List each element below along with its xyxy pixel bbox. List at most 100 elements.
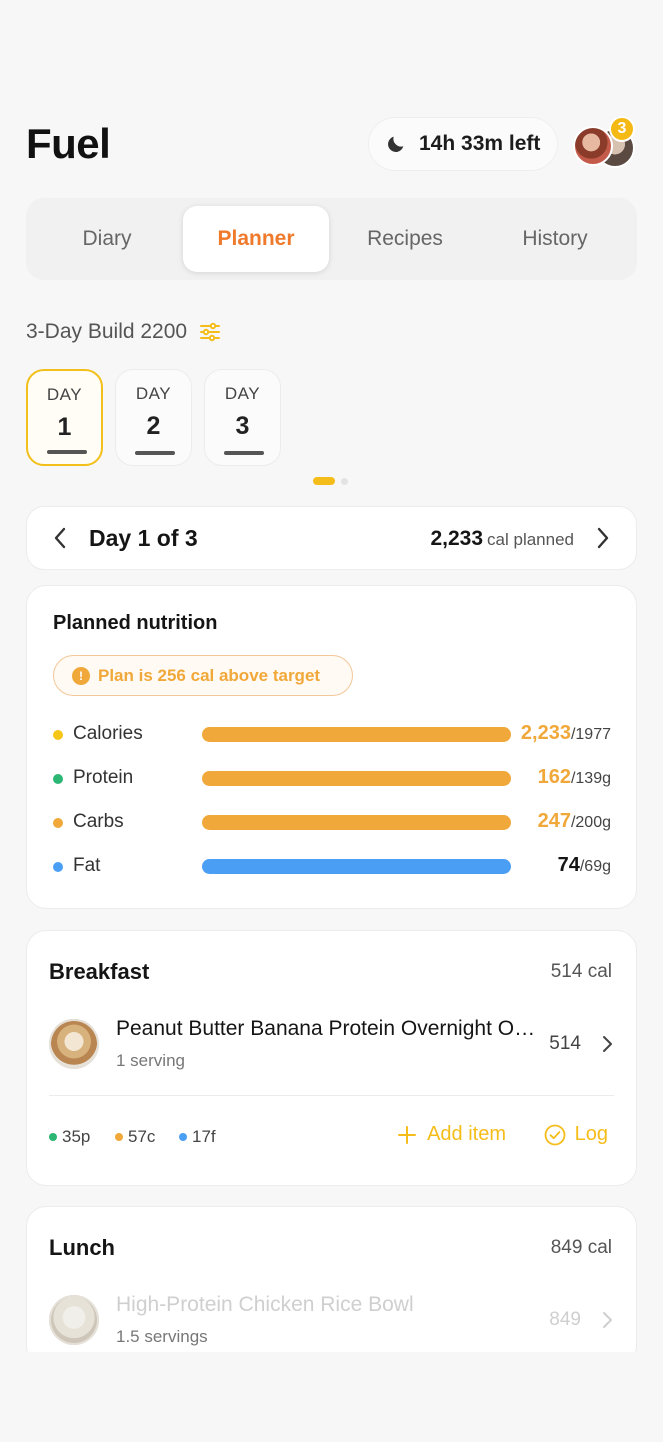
- food-serving: 1.5 servings: [116, 1327, 208, 1346]
- header: Fuel 14h 33m left 3: [26, 116, 635, 172]
- divider: [49, 1095, 614, 1096]
- planned-calories: 2,233 cal planned: [430, 527, 574, 551]
- macro-target: /1977: [570, 726, 611, 743]
- macro-bar: [202, 815, 511, 830]
- meal-calories: 849 cal: [550, 1237, 612, 1258]
- macro-name: Protein: [73, 767, 134, 788]
- meal-carbs: 57c: [115, 1127, 155, 1147]
- meal-title: Breakfast: [49, 959, 150, 984]
- macro-amount: 74: [557, 854, 580, 876]
- food-serving: 1 serving: [116, 1051, 185, 1070]
- timer-text: 14h 33m left: [419, 132, 541, 155]
- fat-value: 17f: [192, 1127, 216, 1146]
- protein-value: 35p: [62, 1127, 91, 1146]
- planned-nutrition-card: Planned nutrition ! Plan is 256 cal abov…: [26, 585, 637, 909]
- log-button[interactable]: Log: [544, 1123, 608, 1146]
- macro-row-protein: Protein 162/139g: [53, 764, 611, 794]
- moon-icon: [388, 136, 404, 152]
- warning-icon: !: [72, 666, 90, 685]
- macro-target: /69g: [579, 858, 611, 875]
- pager-dots: [313, 477, 348, 485]
- warning-pill: ! Plan is 256 cal above target: [53, 655, 353, 696]
- meal-fat: 17f: [179, 1127, 216, 1147]
- macro-bar: [202, 727, 511, 742]
- day-card-3[interactable]: DAY 3: [204, 369, 281, 466]
- macro-row-fat: Fat 74/69g: [53, 852, 611, 882]
- macro-target: /139g: [570, 770, 611, 787]
- fat-dot: [179, 1133, 187, 1141]
- plan-name: 3-Day Build 2200: [26, 320, 188, 343]
- sliders-icon[interactable]: [199, 322, 221, 342]
- chevron-right-icon: [603, 1036, 612, 1052]
- macro-row-carbs: Carbs 247/200g: [53, 808, 611, 838]
- day-card-1[interactable]: DAY 1: [26, 369, 103, 466]
- macro-dot: [53, 818, 63, 828]
- macro-name: Fat: [73, 855, 101, 876]
- macro-dot: [53, 774, 63, 784]
- macro-dot: [53, 862, 63, 872]
- food-item-row[interactable]: High-Protein Chicken Rice Bowl 1.5 servi…: [49, 1291, 615, 1351]
- fasting-timer-pill[interactable]: 14h 33m left: [369, 118, 557, 170]
- macro-amount: 2,233: [520, 722, 571, 744]
- meal-card-lunch: Lunch 849 cal High-Protein Chicken Rice …: [26, 1206, 637, 1366]
- food-name: High-Protein Chicken Rice Bowl: [116, 1293, 414, 1316]
- day-number: 2: [146, 412, 161, 440]
- carbs-value: 57c: [128, 1127, 156, 1146]
- carbs-dot: [115, 1133, 123, 1141]
- check-circle-icon: [544, 1124, 566, 1145]
- meal-footer: 35p 57c 17f Add item Log: [49, 1123, 608, 1151]
- macro-value: 162/139g: [538, 766, 611, 789]
- food-thumbnail: [49, 1295, 99, 1345]
- food-thumbnail: [49, 1019, 99, 1069]
- chevron-right-icon[interactable]: [596, 527, 610, 549]
- day-number: 1: [57, 413, 72, 441]
- food-item-row[interactable]: Peanut Butter Banana Protein Overnight O…: [49, 1015, 615, 1075]
- macro-value: 2,233/1977: [521, 722, 611, 745]
- avatar-group[interactable]: 3: [573, 116, 635, 168]
- app-title: Fuel: [26, 120, 111, 167]
- chevron-left-icon[interactable]: [53, 527, 67, 549]
- macro-amount: 247: [537, 810, 571, 832]
- macro-amount: 162: [537, 766, 571, 788]
- macro-dot: [53, 730, 63, 740]
- planned-value: 2,233: [430, 527, 484, 550]
- macro-value: 247/200g: [538, 810, 611, 833]
- tab-bar: Diary Planner Recipes History: [26, 198, 637, 280]
- tab-diary[interactable]: Diary: [34, 206, 180, 272]
- add-item-button[interactable]: Add item: [397, 1123, 506, 1146]
- food-name: Peanut Butter Banana Protein Overnight O…: [116, 1017, 536, 1040]
- macro-bar: [202, 859, 511, 874]
- macro-bar: [202, 771, 511, 786]
- day-label: DAY: [46, 385, 83, 404]
- pager-dot-active: [313, 477, 335, 485]
- day-selector: DAY 1 DAY 2 DAY 3: [26, 369, 281, 466]
- macro-name: Calories: [73, 723, 143, 744]
- notification-badge: 3: [609, 116, 635, 142]
- tab-planner[interactable]: Planner: [183, 206, 329, 272]
- chevron-right-icon: [603, 1312, 612, 1328]
- day-indicator: [135, 451, 175, 455]
- warning-text: Plan is 256 cal above target: [98, 665, 321, 685]
- nutrition-title: Planned nutrition: [53, 612, 218, 634]
- macro-value: 74/69g: [558, 854, 611, 877]
- day-indicator: [224, 451, 264, 455]
- meal-calories: 514 cal: [550, 961, 612, 982]
- avatar: [573, 126, 613, 166]
- food-calories: 514: [549, 1033, 581, 1054]
- plus-icon: [398, 1125, 417, 1144]
- meal-card-breakfast: Breakfast 514 cal Peanut Butter Banana P…: [26, 930, 637, 1186]
- meal-title: Lunch: [49, 1235, 115, 1260]
- day-label: DAY: [135, 384, 172, 403]
- day-label: DAY: [224, 384, 261, 403]
- protein-dot: [49, 1133, 57, 1141]
- day-card-2[interactable]: DAY 2: [115, 369, 192, 466]
- food-calories: 849: [549, 1309, 581, 1330]
- meal-protein: 35p: [49, 1127, 90, 1147]
- planned-unit: cal planned: [487, 530, 574, 549]
- day-title: Day 1 of 3: [89, 525, 198, 551]
- tab-recipes[interactable]: Recipes: [332, 206, 478, 272]
- plan-selector[interactable]: 3-Day Build 2200: [26, 320, 221, 344]
- bottom-spacer: [0, 1352, 663, 1442]
- day-navigator: Day 1 of 3 2,233 cal planned: [26, 506, 637, 570]
- tab-history[interactable]: History: [482, 206, 628, 272]
